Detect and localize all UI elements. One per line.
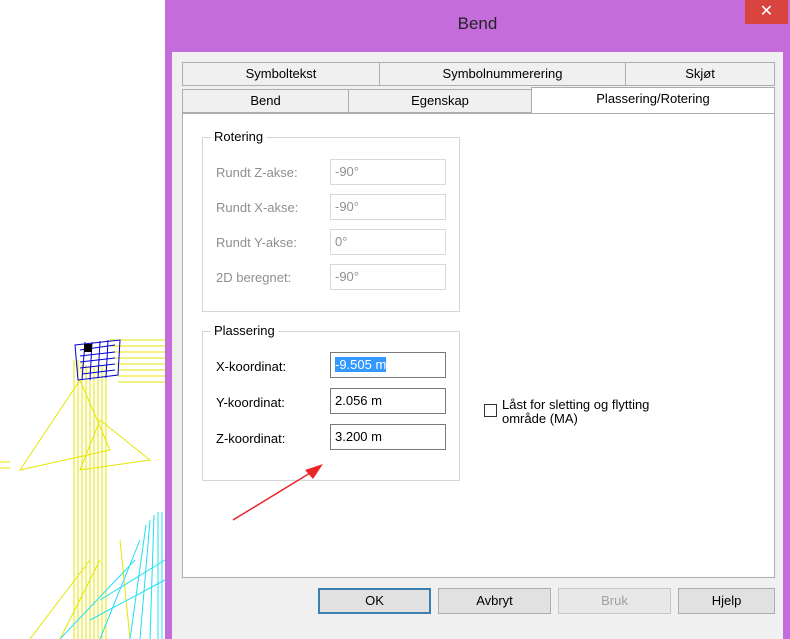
apply-button: Bruk — [558, 588, 671, 614]
z-coordinate-label: Z-koordinat: — [216, 431, 286, 446]
tab-symboltekst[interactable]: Symboltekst — [182, 62, 380, 86]
rotering-2d-label: 2D beregnet: — [216, 270, 292, 285]
y-coordinate-label: Y-koordinat: — [216, 395, 285, 410]
lock-checkbox-label-line1: Låst for sletting og flytting — [502, 397, 650, 412]
x-coordinate-value: -9.505 m — [335, 357, 387, 372]
tab-plassering-rotering[interactable]: Plassering/Rotering — [531, 87, 775, 113]
y-coordinate-input[interactable]: 2.056 m — [330, 388, 446, 414]
rotering-y-field: 0° — [330, 229, 446, 255]
rotering-2d-field: -90° — [330, 264, 446, 290]
plassering-group-title: Plassering — [211, 323, 278, 338]
dialog-client-area: Symboltekst Symbolnummerering Skjøt Bend… — [172, 52, 783, 639]
lock-checkbox[interactable] — [484, 404, 497, 417]
rotering-group-title: Rotering — [211, 129, 267, 144]
tab-egenskap[interactable]: Egenskap — [348, 89, 532, 113]
close-button[interactable]: ✕ — [745, 0, 788, 24]
rotering-group: Rotering Rundt Z-akse: -90° Rundt X-akse… — [202, 129, 460, 312]
tab-skjot[interactable]: Skjøt — [625, 62, 775, 86]
tab-panel: Rotering Rundt Z-akse: -90° Rundt X-akse… — [182, 113, 775, 578]
dialog-title: Bend — [457, 14, 498, 33]
rotering-x-label: Rundt X-akse: — [216, 200, 299, 215]
rotering-z-label: Rundt Z-akse: — [216, 165, 298, 180]
ok-button[interactable]: OK — [318, 588, 431, 614]
x-coordinate-label: X-koordinat: — [216, 359, 287, 374]
plassering-group: Plassering X-koordinat: -9.505 m Y-koord… — [202, 323, 460, 481]
rotering-y-label: Rundt Y-akse: — [216, 235, 297, 250]
rotering-z-field: -90° — [330, 159, 446, 185]
rotering-x-field: -90° — [330, 194, 446, 220]
close-icon: ✕ — [759, 3, 774, 20]
x-coordinate-input[interactable]: -9.505 m — [330, 352, 446, 378]
lock-checkbox-label-line2: område (MA) — [502, 411, 578, 426]
cancel-button[interactable]: Avbryt — [438, 588, 551, 614]
bend-dialog: Bend ✕ Symboltekst Symbolnummerering Skj… — [165, 0, 790, 639]
tab-bend[interactable]: Bend — [182, 89, 349, 113]
z-coordinate-input[interactable]: 3.200 m — [330, 424, 446, 450]
title-bar[interactable]: Bend ✕ — [165, 0, 790, 52]
help-button[interactable]: Hjelp — [678, 588, 775, 614]
tab-symbolnummerering[interactable]: Symbolnummerering — [379, 62, 626, 86]
